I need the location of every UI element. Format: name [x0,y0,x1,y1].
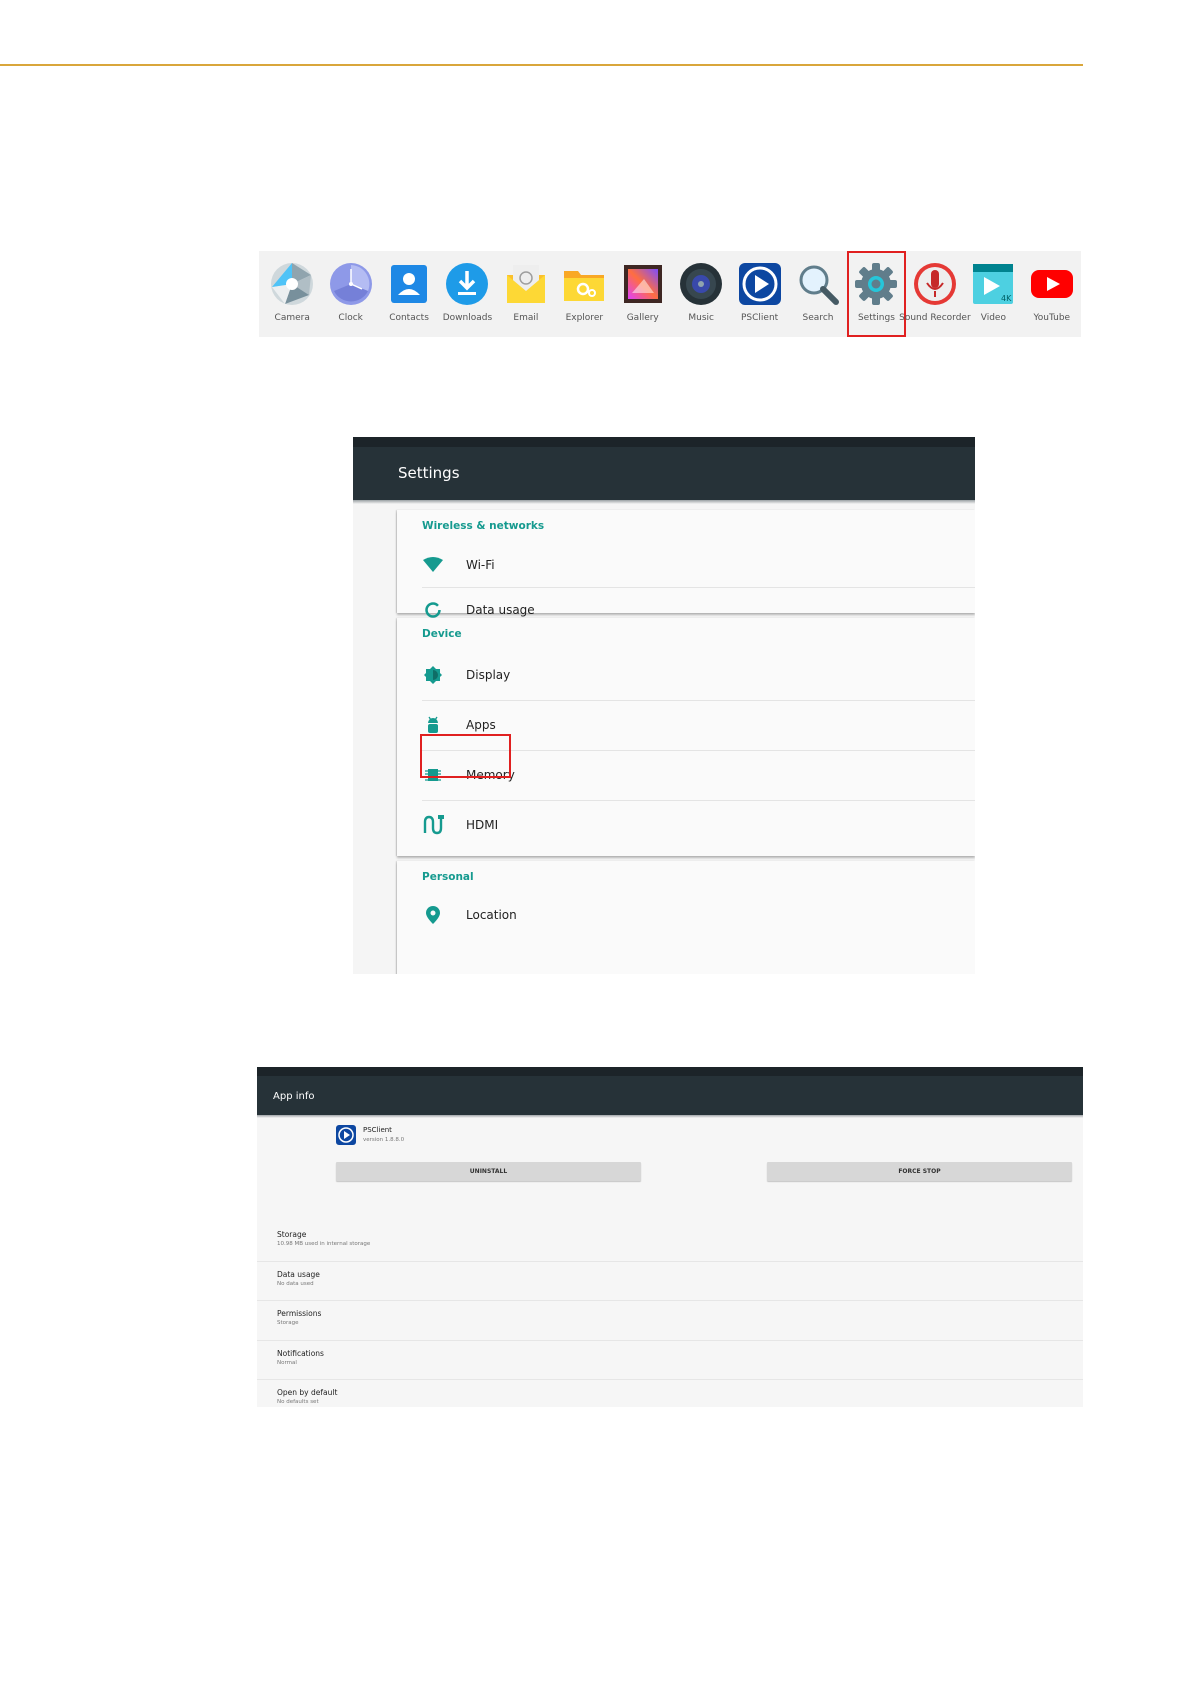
settings-toolbar: Settings [353,437,975,504]
app-label: Video [980,313,1006,323]
app-info-list: Storage 10.98 MB used in internal storag… [257,1222,1083,1407]
app-label: Music [688,313,714,323]
settings-item-label: HDMI [466,818,499,832]
app-email[interactable]: Email [497,251,555,337]
settings-item-label: Location [466,908,517,922]
settings-item-hdmi[interactable]: HDMI [397,800,975,850]
wifi-icon [422,554,444,576]
app-label: Downloads [442,313,493,323]
app-label: YouTube [1033,313,1071,323]
app-gallery[interactable]: Gallery [614,251,672,337]
app-info-toolbar: App info [257,1067,1083,1118]
app-info-row-permissions[interactable]: Permissions Storage [257,1300,1083,1340]
uninstall-button[interactable]: UNINSTALL [336,1162,641,1181]
row-title: Open by default [277,1388,338,1397]
email-icon [506,265,545,303]
app-sound-recorder[interactable]: Sound Recorder [899,251,971,337]
app-info-row-notifications[interactable]: Notifications Normal [257,1339,1083,1380]
app-youtube[interactable]: YouTube [1023,251,1081,337]
row-subtitle: Storage [277,1320,299,1326]
app-label: Clock [338,313,363,323]
section-header: Device [422,628,462,640]
explorer-icon [564,271,605,301]
hdmi-cable-icon [422,814,444,836]
app-video[interactable]: 4K Video [964,251,1022,337]
gallery-icon [623,265,662,303]
app-label: Gallery [626,313,659,323]
app-launcher-strip: Camera Clock Contacts Downloads Email Ex… [259,251,1081,337]
settings-item-label: Data usage [466,602,535,617]
row-title: Notifications [277,1348,324,1358]
settings-item-display[interactable]: Display [397,650,975,700]
app-label: PSClient [740,313,779,323]
section-wireless-networks: Wireless & networks Wi-Fi Data usage [397,510,975,618]
app-downloads[interactable]: Downloads [438,251,496,337]
gear-icon [855,263,898,305]
row-subtitle: Normal [277,1359,297,1366]
app-info-screen: App info PSClient version 1.8.8.0 UNINST… [257,1067,1083,1407]
app-explorer[interactable]: Explorer [555,251,613,337]
app-label: Explorer [565,313,604,323]
video-icon: 4K [973,264,1014,304]
app-label: Search [802,313,834,323]
row-subtitle: 10.98 MB used in internal storage [277,1241,371,1247]
app-psclient[interactable]: PSClient [730,251,788,337]
app-settings[interactable]: Settings [847,251,906,337]
app-info-row-storage[interactable]: Storage 10.98 MB used in internal storag… [257,1222,1083,1261]
contacts-icon [391,265,428,303]
psclient-icon [738,263,781,305]
app-contacts[interactable]: Contacts [380,251,438,337]
app-clock[interactable]: Clock [321,251,379,337]
settings-screen: Settings Wireless & networks Wi-Fi Data … [353,437,975,974]
app-label: Camera [274,313,310,323]
app-camera[interactable]: Camera [263,251,321,337]
settings-title: Settings [398,464,460,482]
youtube-icon [1030,270,1073,298]
music-icon [680,263,723,305]
settings-item-label: Wi-Fi [466,557,495,572]
app-label: Contacts [389,313,429,323]
svg-text:4K: 4K [1001,294,1012,303]
app-search[interactable]: Search [789,251,847,337]
location-pin-icon [422,904,444,926]
app-version: version 1.8.8.0 [363,1137,405,1143]
settings-item-label: Apps [466,718,496,732]
apps-highlight-box [420,734,511,778]
section-header: Personal [422,871,474,883]
force-stop-button[interactable]: FORCE STOP [767,1162,1072,1181]
app-info-row-open-by-default[interactable]: Open by default No defaults set [257,1379,1083,1407]
settings-item-wifi[interactable]: Wi-Fi [397,542,975,587]
app-info-row-data-usage[interactable]: Data usage No data used [257,1260,1083,1301]
camera-icon [271,263,314,305]
app-label: Email [513,313,539,323]
settings-item-location[interactable]: Location [397,893,975,937]
row-title: Permissions [277,1309,322,1318]
settings-item-label: Display [466,668,511,682]
display-brightness-icon [422,664,444,686]
row-subtitle: No data used [277,1280,314,1287]
clock-icon [329,263,372,305]
psclient-icon [336,1125,356,1145]
row-subtitle: No defaults set [277,1399,319,1405]
app-label: Settings [857,313,895,323]
app-info-title: App info [273,1091,315,1102]
android-icon [422,714,444,736]
app-name: PSClient [363,1126,392,1134]
downloads-icon [446,263,489,305]
section-personal: Personal Location [397,861,975,974]
row-title: Storage [277,1230,307,1239]
search-icon [799,265,839,305]
page-header-rule [0,64,1083,66]
app-music[interactable]: Music [672,251,730,337]
app-label: Sound Recorder [899,313,971,323]
row-title: Data usage [277,1269,320,1279]
section-header: Wireless & networks [422,520,545,532]
microphone-icon [913,263,956,305]
